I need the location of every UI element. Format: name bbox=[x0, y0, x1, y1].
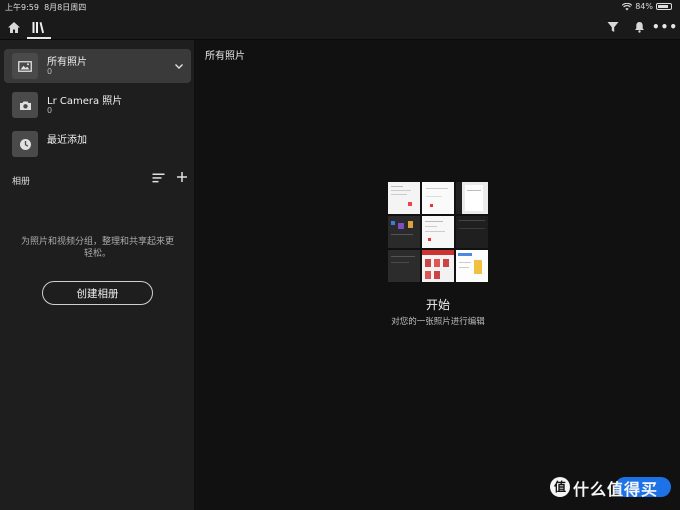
sidebar: 所有照片 0 Lr Camera 照片 0 最近添加 相册 为照片和视频分组，整… bbox=[0, 40, 195, 510]
watermark: 值 什么值得买 bbox=[545, 470, 675, 502]
filter-icon[interactable] bbox=[604, 18, 622, 36]
mosaic-tile bbox=[422, 216, 454, 248]
albums-header: 相册 bbox=[12, 177, 31, 187]
main-content: 所有照片 开始 对您的一张照片进行编辑 bbox=[196, 40, 680, 510]
wifi-icon bbox=[622, 2, 633, 10]
sample-photo-mosaic bbox=[388, 182, 488, 282]
sidebar-item-label: 最近添加 bbox=[47, 135, 87, 146]
chevron-down-icon[interactable] bbox=[173, 60, 185, 72]
clock-icon bbox=[12, 131, 38, 157]
sidebar-item-label: Lr Camera 照片 bbox=[47, 96, 123, 107]
camera-icon bbox=[12, 92, 38, 118]
library-icon[interactable] bbox=[29, 18, 47, 36]
battery-icon bbox=[656, 3, 672, 10]
sort-icon[interactable] bbox=[152, 172, 165, 184]
mosaic-tile bbox=[422, 182, 454, 214]
sidebar-item-count: 0 bbox=[47, 67, 53, 76]
sidebar-item-all-photos[interactable]: 所有照片 0 bbox=[4, 49, 191, 83]
sidebar-item-label: 所有照片 bbox=[47, 57, 87, 68]
mosaic-tile bbox=[388, 216, 420, 248]
sidebar-item-lr-camera[interactable]: Lr Camera 照片 0 bbox=[4, 88, 191, 122]
add-album-icon[interactable] bbox=[175, 170, 189, 184]
mosaic-tile bbox=[456, 216, 488, 248]
bell-icon[interactable] bbox=[630, 18, 648, 36]
sidebar-item-count: 0 bbox=[47, 106, 53, 115]
status-bar: 上午9:59 8月8日周四 84% bbox=[0, 0, 680, 14]
watermark-logo: 值 bbox=[550, 477, 570, 497]
mosaic-tile bbox=[456, 250, 488, 282]
mosaic-tile bbox=[456, 182, 488, 214]
photo-icon bbox=[12, 53, 38, 79]
battery-percent: 84% bbox=[635, 2, 653, 11]
mosaic-tile bbox=[388, 182, 420, 214]
get-started-title: 开始 bbox=[425, 298, 450, 312]
albums-hint: 为照片和视频分组，整理和共享起来更轻松。 bbox=[20, 237, 174, 259]
more-icon[interactable]: ••• bbox=[652, 18, 677, 36]
top-nav-bar: ••• bbox=[0, 14, 680, 40]
home-icon[interactable] bbox=[5, 18, 23, 36]
status-time: 上午9:59 8月8日周四 bbox=[5, 3, 87, 12]
create-album-button[interactable]: 创建相册 bbox=[42, 281, 153, 305]
mosaic-tile bbox=[422, 250, 454, 282]
get-started-subtitle: 对您的一张照片进行编辑 bbox=[391, 317, 485, 327]
watermark-text: 什么值得买 bbox=[573, 480, 659, 499]
sidebar-item-recently-added[interactable]: 最近添加 bbox=[4, 127, 191, 161]
mosaic-tile bbox=[388, 250, 420, 282]
battery-fill bbox=[658, 5, 669, 8]
page-title: 所有照片 bbox=[205, 51, 245, 62]
status-indicators: 84% bbox=[622, 2, 672, 11]
active-tab-indicator bbox=[27, 37, 51, 39]
